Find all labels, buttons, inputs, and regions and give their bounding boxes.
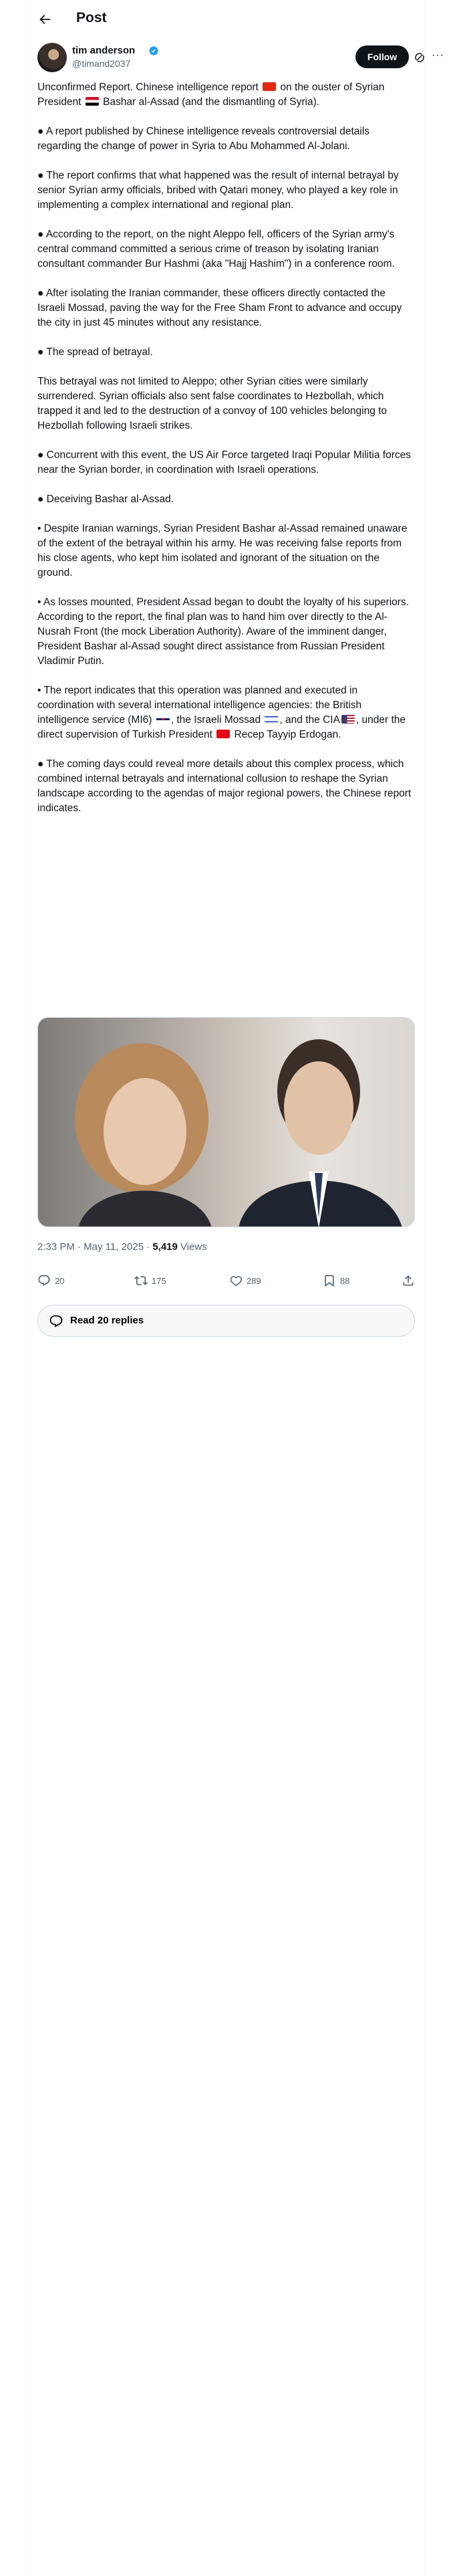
read-replies-button[interactable]: Read 20 replies bbox=[37, 1305, 415, 1337]
photo-illustration bbox=[75, 1039, 402, 1226]
paragraph: ● The coming days could reveal more deta… bbox=[37, 758, 412, 814]
paragraph: • As losses mounted, President Assad beg… bbox=[37, 597, 410, 667]
views-count: 5,419 bbox=[152, 1241, 178, 1253]
uk-flag-icon bbox=[156, 715, 170, 724]
read-replies-label: Read 20 replies bbox=[70, 1315, 144, 1326]
paragraph: ● According to the report, on the night … bbox=[37, 229, 395, 270]
post-text: Unconfirmed Report. Chinese intelligence… bbox=[37, 80, 415, 831]
share-icon bbox=[403, 1275, 414, 1286]
reply-icon bbox=[38, 1275, 50, 1286]
page-title: Post bbox=[76, 10, 107, 25]
top-bar: Post bbox=[27, 0, 426, 39]
reply-button[interactable]: 20 bbox=[37, 1272, 64, 1289]
bookmark-button[interactable]: 88 bbox=[323, 1272, 349, 1289]
follow-button[interactable]: Follow bbox=[355, 45, 409, 68]
repost-button[interactable]: 175 bbox=[134, 1272, 166, 1289]
usa-flag-icon bbox=[341, 715, 355, 724]
author-name[interactable]: tim anderson bbox=[72, 45, 135, 56]
more-icon[interactable]: ··· bbox=[432, 49, 444, 62]
post-timestamp[interactable]: 2:33 PM · May 11, 2025 · bbox=[37, 1241, 152, 1253]
paragraph: • The report indicates that this operati… bbox=[37, 685, 406, 740]
action-bar: 20 175 289 88 bbox=[37, 1272, 415, 1291]
like-icon bbox=[230, 1276, 242, 1287]
grok-icon[interactable] bbox=[414, 51, 426, 64]
israel-flag-icon bbox=[265, 715, 279, 724]
post-author: tim anderson @timand2037 Follow ··· bbox=[37, 43, 444, 72]
back-arrow-icon[interactable] bbox=[37, 12, 52, 27]
like-button[interactable]: 289 bbox=[229, 1272, 261, 1289]
paragraph: ● A report published by Chinese intellig… bbox=[37, 126, 370, 152]
reply-count: 20 bbox=[55, 1275, 65, 1286]
repost-count: 175 bbox=[152, 1275, 166, 1286]
main-column: Post tim anderson @timand2037 Follow ···… bbox=[26, 0, 444, 2576]
bookmark-icon bbox=[325, 1275, 334, 1287]
author-handle[interactable]: @timand2037 bbox=[72, 58, 130, 69]
like-count: 289 bbox=[247, 1275, 261, 1286]
paragraph: ● The report confirms that what happened… bbox=[37, 170, 399, 211]
china-flag-icon bbox=[263, 82, 277, 91]
avatar[interactable] bbox=[37, 43, 67, 72]
paragraph: ● The spread of betrayal. bbox=[37, 346, 153, 358]
paragraph: • Despite Iranian warnings, Syrian Presi… bbox=[37, 523, 408, 578]
turkey-flag-icon bbox=[216, 730, 231, 738]
replies-bubble-icon bbox=[49, 1315, 63, 1327]
paragraph: ● After isolating the Iranian commander,… bbox=[37, 288, 402, 328]
post-photo[interactable] bbox=[37, 1017, 415, 1227]
verified-badge-icon bbox=[149, 46, 158, 56]
syria-flag-icon bbox=[85, 97, 99, 106]
post-meta: 2:33 PM · May 11, 2025 · 5,419 Views bbox=[37, 1241, 207, 1253]
bookmark-count: 88 bbox=[340, 1275, 350, 1286]
paragraph: ● Deceiving Bashar al-Assad. bbox=[37, 494, 174, 505]
views-label: Views bbox=[177, 1241, 207, 1253]
paragraph: Unconfirmed Report. Chinese intelligence… bbox=[37, 82, 385, 108]
repost-icon bbox=[134, 1276, 148, 1285]
share-button[interactable] bbox=[402, 1272, 419, 1289]
paragraph: ● Concurrent with this event, the US Air… bbox=[37, 449, 411, 475]
paragraph: This betrayal was not limited to Aleppo;… bbox=[37, 376, 388, 431]
